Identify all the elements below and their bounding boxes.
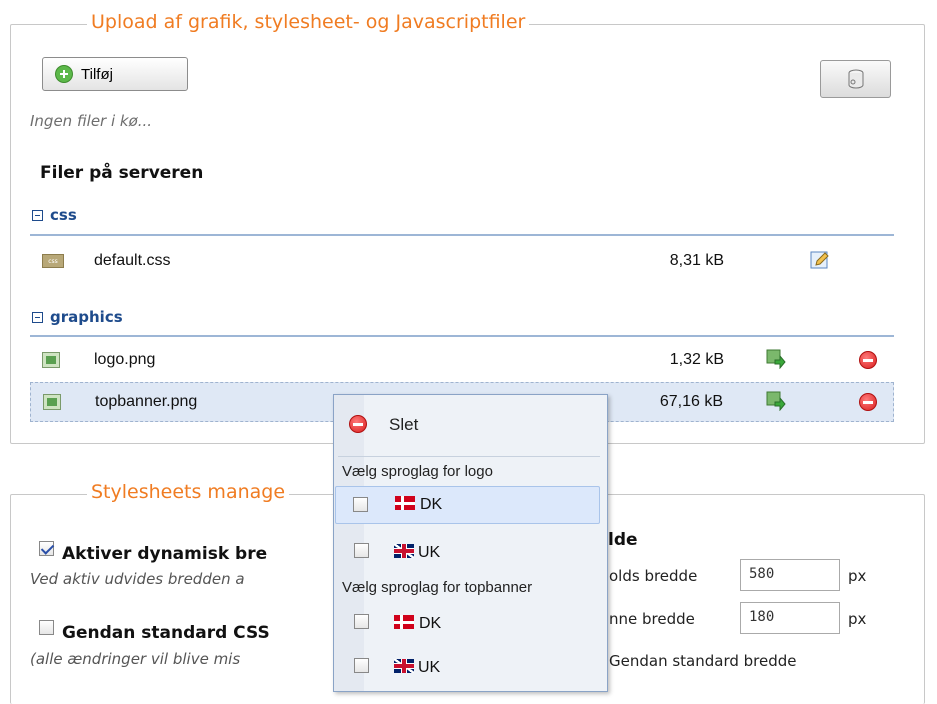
add-file-button[interactable]: Tilføj (42, 57, 188, 91)
delete-icon[interactable] (859, 351, 877, 369)
file-name: logo.png (94, 351, 156, 368)
menu-section-heading: Vælg sproglag for topbanner (342, 579, 533, 596)
content-width-input[interactable]: 580 (740, 559, 840, 591)
menu-item-logo-dk[interactable]: DK (335, 486, 600, 524)
file-size: 8,31 kB (669, 252, 724, 269)
uk-flag-icon (394, 659, 414, 673)
group-toggle-css[interactable]: css (32, 206, 77, 224)
language-label: UK (418, 659, 441, 676)
language-checkbox[interactable] (354, 658, 369, 673)
file-size: 67,16 kB (659, 393, 723, 410)
queue-status: Ingen filer i kø... (30, 112, 153, 130)
insert-image-arrow-icon[interactable] (766, 349, 786, 369)
menu-item-logo-uk[interactable]: UK (335, 533, 600, 571)
menu-item-topbanner-dk[interactable]: DK (335, 604, 600, 642)
group-name: graphics (50, 308, 123, 326)
restore-css-checkbox[interactable] (39, 620, 54, 635)
menu-section-heading: Vælg sproglag for logo (342, 463, 493, 480)
dynamic-width-title: Aktiver dynamisk bre (62, 544, 268, 564)
group-divider (30, 234, 894, 236)
delete-icon[interactable] (859, 393, 877, 411)
file-name: default.css (94, 252, 171, 269)
language-label: DK (419, 615, 442, 632)
insert-image-arrow-icon[interactable] (766, 391, 786, 411)
restore-css-title: Gendan standard CSS (62, 623, 270, 643)
content-width-label: olds bredde (609, 567, 698, 585)
language-label: UK (418, 544, 441, 561)
language-checkbox[interactable] (353, 497, 368, 512)
group-toggle-graphics[interactable]: graphics (32, 308, 123, 326)
file-row[interactable]: logo.png 1,32 kB (30, 340, 894, 380)
plus-icon (55, 65, 73, 83)
database-icon (848, 69, 864, 89)
dk-flag-icon (394, 615, 414, 629)
group-name: css (50, 206, 77, 224)
add-button-label: Tilføj (81, 65, 113, 83)
dk-flag-icon (395, 496, 415, 510)
restore-width-link[interactable]: Gendan standard bredde (609, 652, 797, 670)
file-row[interactable]: css default.css 8,31 kB (30, 241, 894, 281)
clear-queue-button[interactable] (820, 60, 891, 98)
menu-item-topbanner-uk[interactable]: UK (335, 648, 600, 686)
width-heading-fragment: lde (608, 530, 638, 550)
menu-separator (338, 456, 600, 457)
delete-label: Slet (389, 415, 419, 434)
column-width-input[interactable]: 180 (740, 602, 840, 634)
image-file-icon (43, 394, 61, 410)
menu-item-delete[interactable]: Slet (335, 405, 600, 443)
file-name: topbanner.png (95, 393, 198, 410)
collapse-icon (32, 209, 43, 221)
upload-legend: Upload af grafik, stylesheet- og Javascr… (87, 11, 530, 33)
dynamic-width-checkbox[interactable] (39, 541, 54, 556)
restore-css-description: (alle ændringer vil blive mis (30, 650, 241, 668)
context-menu: Slet Vælg sproglag for logo DK UK Vælg s… (333, 394, 608, 692)
files-heading: Filer på serveren (40, 163, 204, 183)
image-file-icon (42, 352, 60, 368)
edit-pencil-icon[interactable] (810, 250, 830, 270)
file-size: 1,32 kB (669, 351, 724, 368)
delete-icon (349, 415, 367, 433)
language-checkbox[interactable] (354, 543, 369, 558)
content-width-unit: px (848, 567, 867, 585)
uk-flag-icon (394, 544, 414, 558)
stylesheets-legend: Stylesheets manage (87, 481, 290, 503)
collapse-icon (32, 311, 43, 323)
group-divider (30, 335, 894, 337)
language-checkbox[interactable] (354, 614, 369, 629)
column-width-label: nne bredde (609, 610, 695, 628)
dynamic-width-description: Ved aktiv udvides bredden a (30, 570, 245, 588)
language-label: DK (420, 496, 443, 513)
column-width-unit: px (848, 610, 867, 628)
css-file-icon: css (42, 254, 64, 268)
